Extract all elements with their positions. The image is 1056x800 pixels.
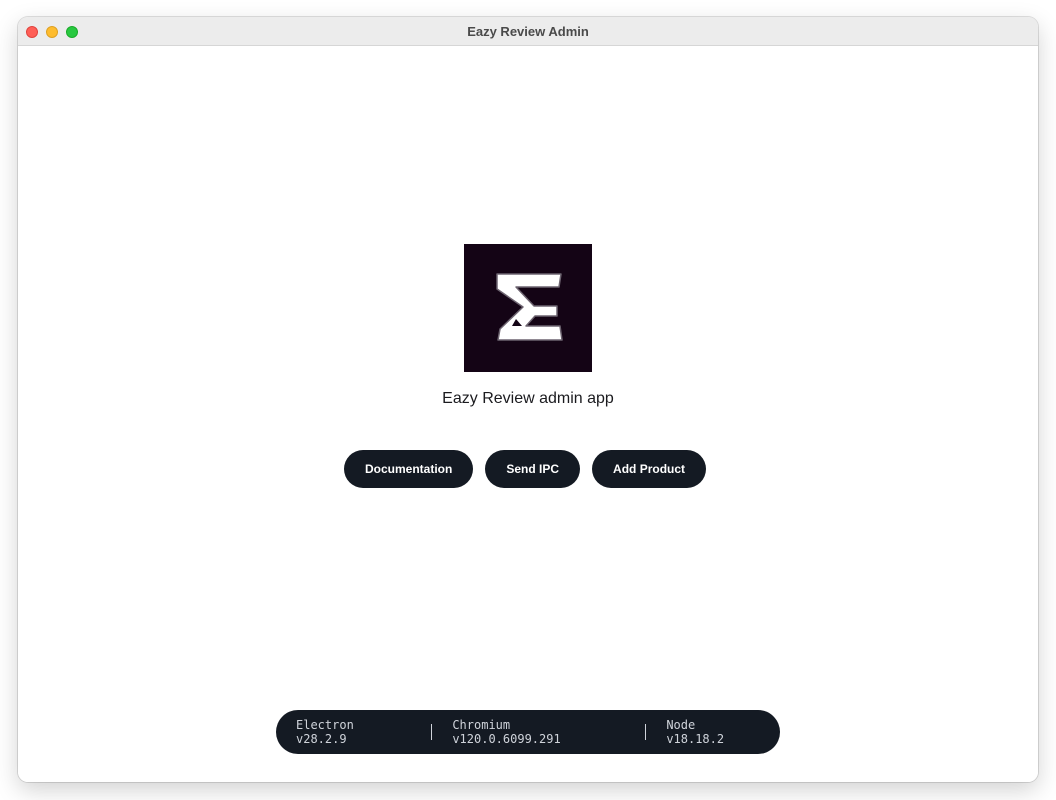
title-bar[interactable]: Eazy Review Admin: [18, 17, 1038, 46]
node-version: Node v18.18.2: [666, 718, 725, 746]
chromium-version: Chromium v120.0.6099.291: [452, 718, 561, 746]
main-content: Eazy Review admin app Documentation Send…: [18, 46, 1038, 782]
window-title: Eazy Review Admin: [467, 24, 589, 39]
eazy-review-logo-icon: [464, 244, 592, 372]
versions-bar: Electron v28.2.9 Chromium v120.0.6099.29…: [276, 710, 780, 754]
action-buttons: Documentation Send IPC Add Product: [344, 450, 707, 488]
documentation-button[interactable]: Documentation: [344, 450, 474, 488]
app-window: Eazy Review Admin Eazy Review admin app …: [18, 17, 1038, 782]
add-product-button[interactable]: Add Product: [592, 450, 707, 488]
app-title: Eazy Review admin app: [442, 390, 614, 407]
electron-version: Electron v28.2.9: [296, 718, 354, 746]
send-ipc-button[interactable]: Send IPC: [485, 450, 581, 488]
